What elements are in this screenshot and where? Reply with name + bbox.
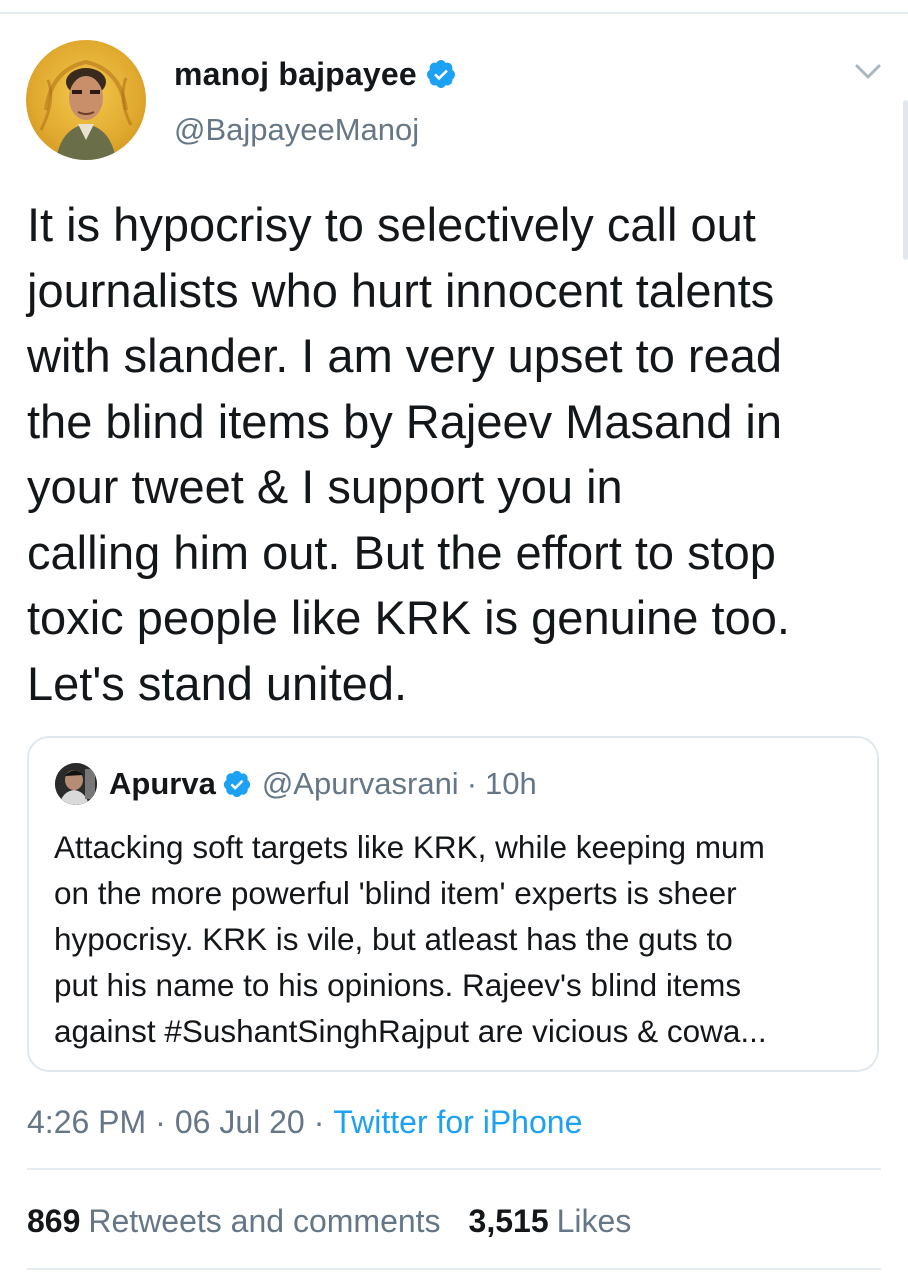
meta-separator: · (155, 1103, 166, 1140)
quoted-text-line: put his name to his opinions. Rajeev's b… (54, 967, 742, 1003)
author-name-row[interactable]: manoj bajpayee (174, 52, 457, 96)
likes-stat[interactable]: 3,515 Likes (469, 1203, 632, 1240)
meta-divider (27, 1168, 881, 1170)
chevron-down-icon[interactable] (852, 58, 884, 86)
meta-separator: · (313, 1103, 325, 1140)
tweet-text-line: the blind items by Rajeev Masand in (27, 394, 783, 448)
tweet-meta: 4:26 PM · 06 Jul 20 · Twitter for iPhone (27, 1100, 582, 1144)
quoted-tweet-time: 10h (485, 766, 537, 801)
quoted-author-avatar[interactable] (55, 763, 97, 805)
quoted-text-line: hypocrisy. KRK is vile, but atleast has … (54, 921, 733, 957)
retweets-label: Retweets and comments (88, 1202, 441, 1239)
tweet-text-line: journalists who hurt innocent talents (27, 263, 775, 317)
likes-label: Likes (556, 1202, 632, 1239)
tweet-text-line: toxic people like KRK is genuine too. (27, 591, 790, 644)
quoted-author-name[interactable]: Apurva (109, 766, 216, 802)
avatar-portrait-icon (39, 59, 133, 160)
quoted-author-handle[interactable]: @Apurvasrani (262, 766, 459, 802)
verified-badge-icon (426, 60, 455, 88)
quoted-text-line: against #SushantSinghRajput are vicious … (54, 1013, 767, 1049)
quoted-header-separator: · (466, 766, 478, 801)
quoted-tweet-text: Attacking soft targets like KRK, while k… (54, 824, 864, 1054)
quoted-avatar-portrait-icon (55, 763, 97, 805)
top-divider (0, 12, 908, 14)
tweet-text-line: It is hypocrisy to selectively call out (27, 198, 756, 251)
retweets-count: 869 (27, 1202, 81, 1239)
tweet-text-line: calling him out. But the effort to stop (27, 525, 776, 579)
verified-badge-icon (223, 770, 250, 798)
tweet-time: 4:26 PM (27, 1103, 147, 1140)
quoted-text-line: on the more powerful 'blind item' expert… (54, 875, 737, 911)
quoted-text-line: Attacking soft targets like KRK, while k… (54, 829, 765, 865)
tweet-text-line: Let's stand united. (27, 656, 408, 710)
author-handle[interactable]: @BajpayeeManoj (174, 112, 419, 148)
tweet-date: 06 Jul 20 (174, 1103, 305, 1140)
scroll-indicator[interactable] (903, 100, 908, 260)
tweet-source-link[interactable]: Twitter for iPhone (333, 1104, 582, 1141)
tweet-text-line: with slander. I am very upset to read (27, 329, 782, 382)
retweets-stat[interactable]: 869 Retweets and comments (27, 1203, 441, 1240)
author-avatar[interactable] (26, 40, 146, 160)
quoted-tweet-card[interactable]: Apurva @Apurvasrani · 10h Attacking soft… (27, 736, 879, 1072)
quoted-tweet-header: Apurva @Apurvasrani · 10h (55, 762, 537, 806)
likes-count: 3,515 (468, 1202, 549, 1239)
author-display-name[interactable]: manoj bajpayee (174, 56, 417, 93)
tweet-text: It is hypocrisy to selectively call out … (27, 192, 877, 716)
stats-divider (27, 1268, 881, 1270)
tweet-stats: 869 Retweets and comments 3,515 Likes (27, 1199, 631, 1243)
tweet-text-line: your tweet & I support you in (27, 460, 623, 513)
